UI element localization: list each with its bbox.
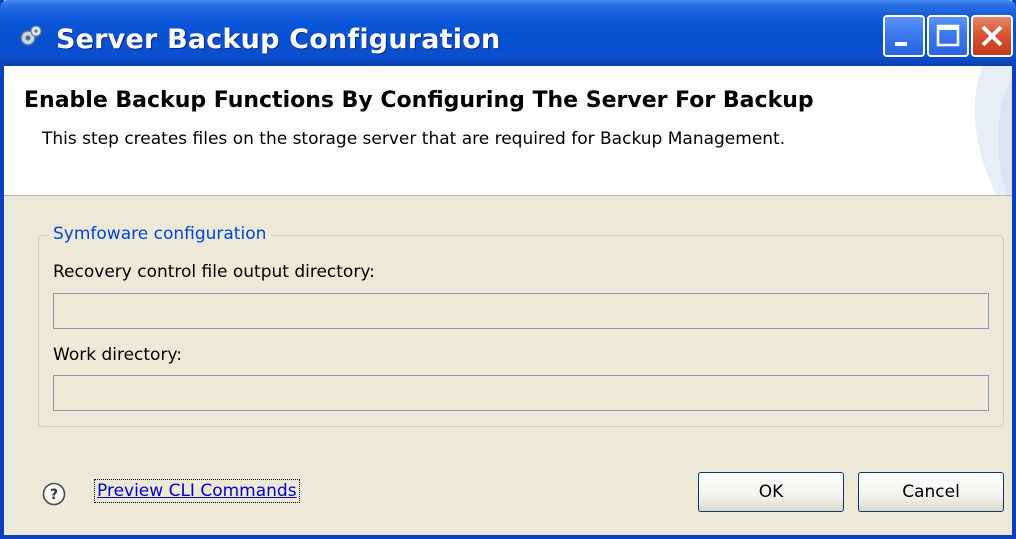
group-legend: Symfoware configuration <box>49 224 271 244</box>
dialog-window: Server Backup Configuration Enable Backu… <box>0 0 1016 539</box>
work-dir-input[interactable] <box>53 375 989 411</box>
recovery-dir-label: Recovery control file output directory: <box>53 262 375 282</box>
close-icon <box>981 25 1003 47</box>
page-title: Enable Backup Functions By Configuring T… <box>24 88 814 113</box>
svg-text:?: ? <box>50 487 58 503</box>
window-title: Server Backup Configuration <box>56 24 501 55</box>
page-description: This step creates files on the storage s… <box>42 129 786 149</box>
minimize-button[interactable] <box>883 15 925 57</box>
wizard-header: Enable Backup Functions By Configuring T… <box>4 66 1012 196</box>
header-decoration <box>974 66 1012 195</box>
work-dir-label: Work directory: <box>53 345 182 365</box>
preview-cli-link[interactable]: Preview CLI Commands <box>94 479 300 503</box>
close-button[interactable] <box>971 15 1013 57</box>
cancel-button[interactable]: Cancel <box>858 472 1004 512</box>
app-gear-icon <box>18 24 44 50</box>
maximize-icon <box>936 24 960 47</box>
symfoware-config-group: Symfoware configuration Recovery control… <box>38 224 1004 427</box>
minimize-icon <box>895 42 907 46</box>
title-bar[interactable]: Server Backup Configuration <box>0 0 1016 66</box>
ok-button[interactable]: OK <box>698 472 844 512</box>
help-icon[interactable]: ? <box>42 482 66 506</box>
recovery-dir-input[interactable] <box>53 293 989 329</box>
maximize-button[interactable] <box>927 15 969 57</box>
